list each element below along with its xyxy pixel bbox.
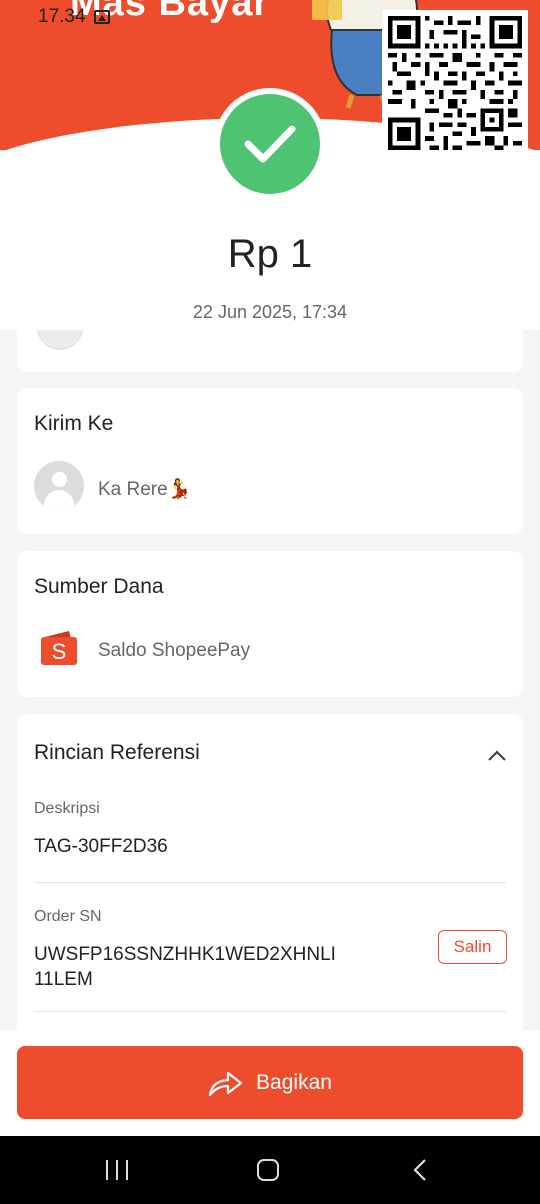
transaction-amount: Rp 1 [227, 232, 313, 276]
footer: Bagikan [0, 1030, 540, 1136]
svg-text:S: S [52, 639, 67, 664]
back-icon[interactable] [410, 1158, 430, 1182]
copy-button[interactable]: Salin [438, 930, 507, 964]
divider [34, 882, 506, 883]
status-bar: 17.34 [38, 6, 110, 28]
recents-icon[interactable] [106, 1160, 128, 1180]
funding-source: Saldo ShopeePay [98, 640, 251, 661]
qr-code [382, 10, 528, 156]
recipient-name: Ka Rere💃 [98, 479, 192, 500]
image-icon [93, 10, 110, 24]
status-time: 17.34 [38, 6, 86, 27]
recipient-card: Kirim Ke Ka Rere💃 [17, 388, 523, 534]
order-sn-value-line1: UWSFP16SSNZHHK1WED2XHNLI [34, 944, 336, 965]
reference-card: Rincian Referensi Deskripsi TAG-30FF2D36… [17, 714, 523, 1034]
funding-title: Sumber Dana [34, 575, 164, 598]
home-icon[interactable] [257, 1159, 279, 1181]
recipient-title: Kirim Ke [34, 412, 114, 435]
check-icon [244, 125, 296, 163]
system-nav-bar [0, 1136, 540, 1204]
funding-card: Sumber Dana S Saldo ShopeePay [17, 551, 523, 697]
divider [34, 1011, 506, 1012]
success-badge [220, 94, 320, 194]
share-label: Bagikan [256, 1070, 332, 1094]
reference-title: Rincian Referensi [34, 741, 200, 764]
transaction-datetime-overlay: 22 Jun 2025, 17:34 [192, 302, 348, 322]
shopeepay-wallet-icon: S [41, 631, 77, 665]
share-arrow-icon [208, 1071, 243, 1096]
share-button[interactable]: Bagikan [17, 1046, 523, 1119]
avatar-placeholder-icon [34, 461, 84, 511]
description-label: Deskripsi [34, 800, 100, 817]
order-sn-value-line2: 11LEM [34, 969, 93, 990]
order-sn-label: Order SN [34, 908, 102, 925]
chevron-up-icon[interactable] [487, 748, 507, 762]
description-value: TAG-30FF2D36 [34, 836, 168, 857]
